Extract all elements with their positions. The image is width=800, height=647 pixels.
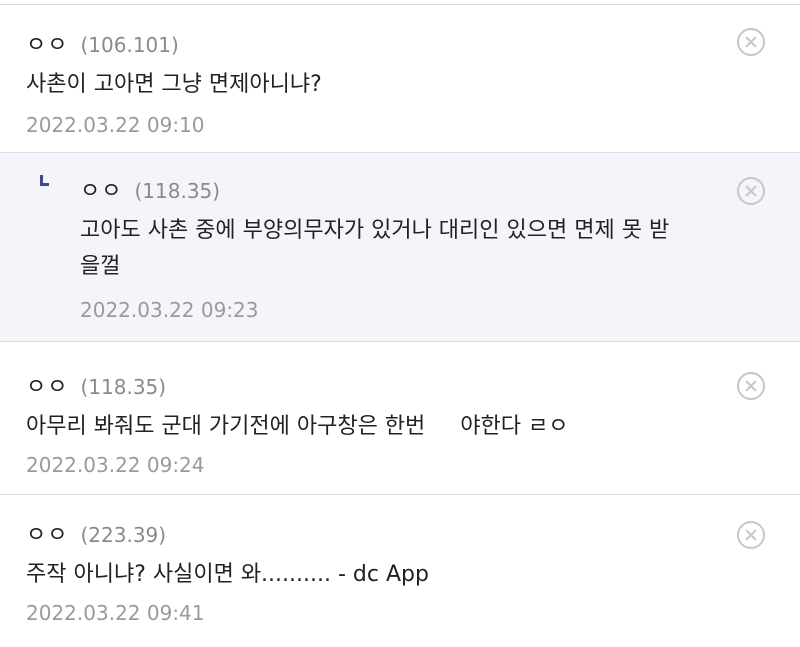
ip-address: (106.101)	[80, 33, 179, 57]
nickname[interactable]: ㅇㅇ	[26, 27, 68, 59]
comment-text: 사촌이 고아면 그냥 면제아니냐?	[26, 67, 322, 103]
comment-date: 2022.03.22 09:24	[26, 453, 205, 477]
comment-text-line: 고아도 사촌 중에 부양의무자가 있거나 대리인 있으면 면제 못 받	[80, 218, 670, 243]
comment-meta: ㅇㅇ (118.35)	[26, 369, 166, 401]
nickname[interactable]: ㅇㅇ	[26, 369, 68, 401]
close-circle-icon[interactable]	[737, 521, 765, 549]
ip-address: (118.35)	[80, 375, 167, 399]
comment-text: 고아도 사촌 중에 부양의무자가 있거나 대리인 있으면 면제 못 받 을껄	[80, 213, 669, 285]
reply-item: ㅇㅇ (118.35) 고아도 사촌 중에 부양의무자가 있거나 대리인 있으면…	[0, 153, 800, 342]
ip-address: (118.35)	[134, 179, 221, 203]
comment-date: 2022.03.22 09:41	[26, 601, 205, 625]
comment-text-line: 주작 아니냐? 사실이면 와.......... - dc App	[26, 562, 429, 587]
nickname[interactable]: ㅇㅇ	[80, 173, 122, 205]
ip-address: (223.39)	[80, 523, 167, 547]
comment-meta: ㅇㅇ (223.39)	[26, 517, 166, 549]
close-circle-icon[interactable]	[737, 28, 765, 56]
comment-text-line: 을껄	[80, 254, 121, 279]
comment-text-line: 아무리 봐줘도 군대 가기전에 아구창은 한번 야한다 ㄹㅇ	[26, 414, 569, 439]
comment-item: ㅇㅇ (106.101) 사촌이 고아면 그냥 면제아니냐? 2022.03.2…	[0, 5, 800, 153]
comment-list: ㅇㅇ (106.101) 사촌이 고아면 그냥 면제아니냐? 2022.03.2…	[0, 0, 800, 647]
comment-meta: ㅇㅇ (106.101)	[26, 27, 179, 59]
comment-item: ㅇㅇ (223.39) 주작 아니냐? 사실이면 와.......... - d…	[0, 495, 800, 647]
nickname[interactable]: ㅇㅇ	[26, 517, 68, 549]
comment-date: 2022.03.22 09:23	[80, 298, 259, 322]
close-circle-icon[interactable]	[737, 177, 765, 205]
comment-text: 아무리 봐줘도 군대 가기전에 아구창은 한번 야한다 ㄹㅇ	[26, 409, 568, 445]
close-circle-icon[interactable]	[737, 372, 765, 400]
reply-arrow-icon	[40, 175, 49, 186]
comment-text-line: 사촌이 고아면 그냥 면제아니냐?	[26, 72, 322, 97]
comment-meta: ㅇㅇ (118.35)	[80, 173, 220, 205]
comment-text: 주작 아니냐? 사실이면 와.......... - dc App	[26, 557, 429, 593]
comment-item: ㅇㅇ (118.35) 아무리 봐줘도 군대 가기전에 아구창은 한번 야한다 …	[0, 342, 800, 495]
comment-date: 2022.03.22 09:10	[26, 113, 205, 137]
